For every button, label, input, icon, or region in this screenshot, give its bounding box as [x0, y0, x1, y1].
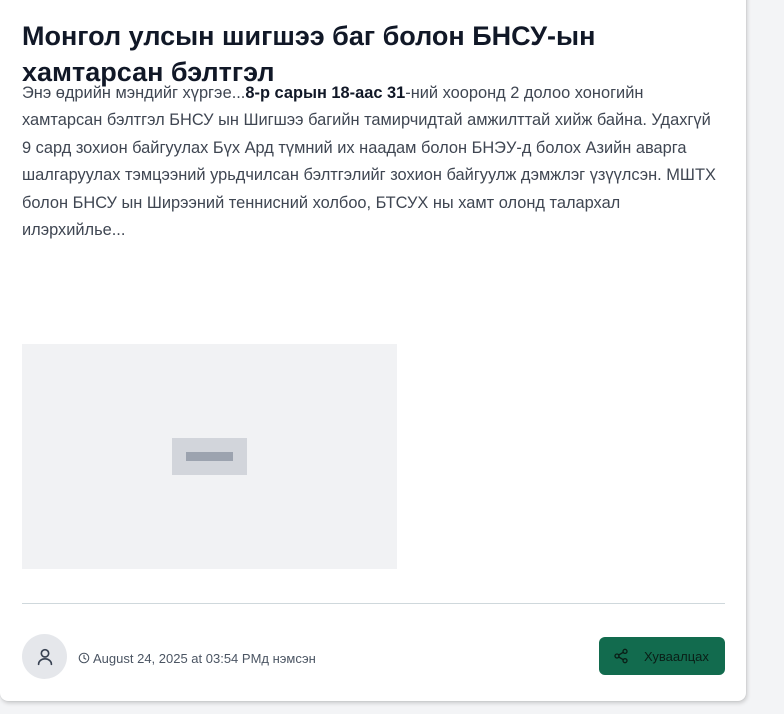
post-excerpt: Энэ өдрийн мэндийг хүргэе...8-р сарын 18…: [22, 80, 722, 244]
user-icon: [34, 646, 56, 668]
excerpt-intro: Энэ өдрийн мэндийг хүргэе...: [22, 84, 246, 102]
post-card: Монгол улсын шигшээ баг болон БНСУ-ын ха…: [0, 0, 746, 701]
share-button-label: Хуваалцах: [644, 649, 709, 664]
share-button[interactable]: Хуваалцах: [599, 637, 725, 675]
image-placeholder-icon: [172, 438, 247, 475]
footer-divider: [22, 603, 725, 604]
image-placeholder-dash: [186, 452, 233, 461]
share-icon: [613, 648, 629, 664]
post-image[interactable]: [22, 344, 397, 569]
clock-icon: [78, 652, 90, 664]
author-avatar[interactable]: [22, 634, 67, 679]
post-date: August 24, 2025 at 03:54 PMд нэмсэн: [78, 649, 316, 667]
excerpt-body: -ний хооронд 2 долоо хоногийн хамтарсан …: [22, 84, 716, 240]
excerpt-date-range: 8-р сарын 18-аас 31: [245, 84, 406, 102]
posted-at-text: August 24, 2025 at 03:54 PMд нэмсэн: [93, 650, 316, 666]
